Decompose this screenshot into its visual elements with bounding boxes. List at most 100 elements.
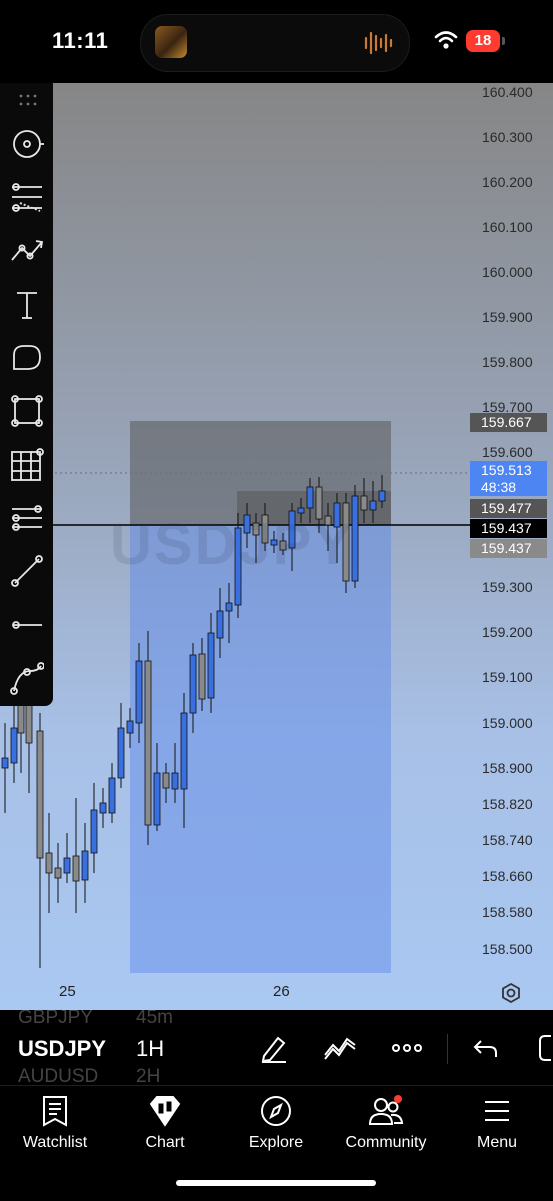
price-scale-label: 160.200 — [482, 174, 533, 190]
candle-body — [198, 653, 206, 700]
price-scale-label: 159.800 — [482, 354, 533, 370]
price-scale-label: 160.000 — [482, 264, 533, 280]
fullscreen-icon[interactable] — [530, 1030, 553, 1066]
price-scale-label: 160.400 — [482, 84, 533, 100]
shape-icon[interactable] — [8, 339, 46, 377]
candle-body — [189, 654, 197, 714]
price-scale-label: 159.300 — [482, 579, 533, 595]
status-bar: 11:11 18 — [0, 0, 553, 83]
candle-body — [135, 660, 143, 724]
candle-body — [207, 632, 215, 699]
last-price-tag[interactable]: 159.513 48:38 — [470, 461, 547, 496]
price-scale-label: 159.900 — [482, 309, 533, 325]
price-scale-label: 160.100 — [482, 219, 533, 235]
bar-countdown: 48:38 — [481, 479, 517, 495]
drawing-pen-icon[interactable] — [256, 1030, 292, 1066]
candle-body — [25, 702, 33, 744]
candle-body — [171, 772, 179, 790]
candle-body — [90, 809, 98, 854]
price-scale-label: 159.000 — [482, 715, 533, 731]
price-scale-label: 160.300 — [482, 129, 533, 145]
drag-handle-icon[interactable] — [17, 92, 39, 108]
candle-body — [45, 852, 53, 874]
candle-body — [10, 727, 18, 764]
candle-body — [117, 727, 125, 779]
nav-watchlist[interactable]: Watchlist — [0, 1094, 110, 1152]
text-icon[interactable] — [8, 286, 46, 324]
candle-body — [162, 772, 170, 789]
symbol-bar[interactable]: GBPJPY 45m USDJPY 1H AUDUSD 2H — [0, 1010, 553, 1085]
symbol-watermark: USDJPY — [110, 512, 355, 577]
price-scale-label: 158.500 — [482, 941, 533, 957]
now-playing-artwork — [155, 26, 187, 58]
candle-body — [144, 660, 152, 826]
dynamic-island[interactable] — [140, 14, 410, 72]
time-axis-label: 25 — [59, 983, 76, 1000]
candle-body — [153, 772, 161, 826]
price-scale-label: 159.600 — [482, 444, 533, 460]
undo-icon[interactable] — [467, 1030, 503, 1066]
price-scale-label: 158.820 — [482, 796, 533, 812]
drawing-toolbar[interactable] — [0, 83, 53, 706]
candle-body — [216, 610, 224, 639]
battery-cap — [502, 37, 505, 45]
toolbar-divider — [447, 1034, 448, 1064]
entry-grey-tag[interactable]: 159.437 — [470, 539, 547, 558]
nav-label: Explore — [248, 1134, 304, 1151]
candle-body — [180, 712, 188, 790]
next-symbol-ghost: AUDUSD — [18, 1066, 99, 1085]
more-icon[interactable] — [389, 1030, 425, 1066]
target-zone[interactable] — [130, 525, 391, 973]
symbol-selector[interactable]: USDJPY — [18, 1036, 106, 1062]
indicators-icon[interactable] — [322, 1030, 358, 1066]
candle-body — [360, 495, 368, 511]
nav-label: Watchlist — [22, 1134, 88, 1151]
candle-body — [99, 802, 107, 814]
curve-icon[interactable] — [8, 659, 46, 697]
price-scale-label: 159.100 — [482, 669, 533, 685]
candle-body — [108, 777, 116, 814]
audio-wave-icon — [364, 31, 393, 55]
candle-body — [36, 730, 44, 859]
candle-body — [72, 855, 80, 882]
nav-community[interactable]: Community — [331, 1094, 441, 1152]
rectangle-icon[interactable] — [8, 392, 46, 430]
fib-retracement-icon[interactable] — [8, 179, 46, 217]
compass-icon — [261, 1096, 291, 1126]
wifi-icon — [434, 31, 458, 49]
chart-icon — [149, 1096, 181, 1127]
trend-line-icon[interactable] — [8, 232, 46, 270]
candle-body — [369, 500, 377, 511]
candle-body — [63, 857, 71, 874]
cursor-icon[interactable] — [8, 125, 46, 163]
candle-body — [378, 490, 386, 502]
status-time: 11:11 — [52, 28, 109, 53]
price-scale-label: 158.900 — [482, 760, 533, 776]
nav-label: Chart — [145, 1134, 185, 1151]
nav-explore[interactable]: Explore — [221, 1094, 331, 1152]
entry-price-tag[interactable]: 159.437 — [470, 519, 547, 538]
target-price-tag[interactable]: 159.667 — [470, 413, 547, 432]
chart-settings-icon[interactable] — [502, 982, 520, 1004]
time-axis-label: 26 — [273, 983, 290, 1000]
battery-indicator: 18 — [466, 30, 500, 52]
candle-body — [54, 867, 62, 879]
last-price-value: 159.513 — [481, 462, 532, 478]
chart-area[interactable]: USDJPY 160.400 160.300 160.200 160.100 1… — [0, 83, 553, 1010]
price-scale-label: 158.740 — [482, 832, 533, 848]
home-indicator — [176, 1180, 376, 1186]
interval-selector[interactable]: 1H — [136, 1036, 164, 1062]
range-price-tag[interactable]: 159.477 — [470, 499, 547, 518]
prev-symbol-ghost: GBPJPY — [18, 1010, 93, 1028]
nav-chart[interactable]: Chart — [110, 1094, 220, 1152]
candle-body — [126, 720, 134, 734]
price-scale-label: 159.200 — [482, 624, 533, 640]
menu-icon — [485, 1101, 509, 1121]
candle-body — [81, 850, 89, 881]
grid-icon[interactable] — [8, 446, 46, 484]
candle-body — [1, 757, 9, 769]
fib-channel-icon[interactable] — [8, 499, 46, 537]
nav-menu[interactable]: Menu — [442, 1094, 552, 1152]
ray-icon[interactable] — [8, 552, 46, 590]
horizontal-line-icon[interactable] — [8, 606, 46, 644]
